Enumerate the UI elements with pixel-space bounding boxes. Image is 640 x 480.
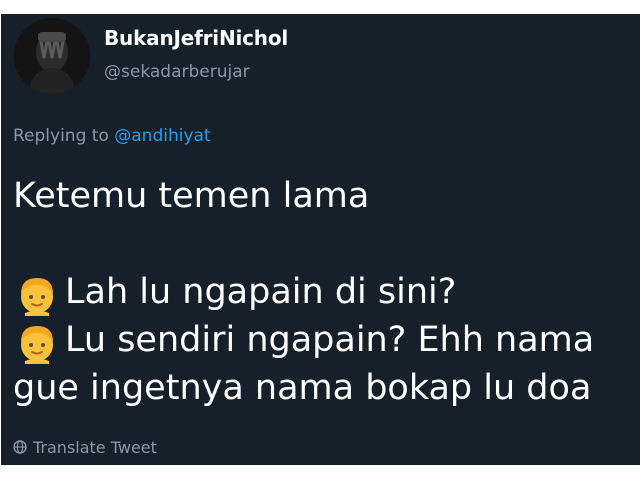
replying-to-label: Replying to <box>13 126 109 146</box>
tweet-text: Ketemu temen lama Lah lu ngapain di sini… <box>13 172 594 412</box>
tweet-card: BukanJefriNichol @sekadarberujar Replyin… <box>1 14 640 465</box>
reply-mention-link[interactable]: @andihiyat <box>114 126 210 146</box>
tweet-line-text: Lu sendiri ngapain? Ehh nama <box>65 320 595 360</box>
blond-person-emoji <box>21 326 53 364</box>
tweet-line: gue ingetnya nama bokap lu doa <box>13 368 592 408</box>
globe-icon <box>13 440 27 454</box>
tweet-line-text: Lah lu ngapain di sini? <box>65 272 457 312</box>
translate-tweet-link[interactable]: Translate Tweet <box>13 438 157 457</box>
translate-tweet-label[interactable]: Translate Tweet <box>33 438 157 457</box>
author-display-name[interactable]: BukanJefriNichol <box>104 26 288 50</box>
author-handle[interactable]: @sekadarberujar <box>104 62 250 82</box>
avatar-icon[interactable] <box>14 18 90 94</box>
tweet-line: Ketemu temen lama <box>13 176 370 216</box>
replying-to: Replying to @andihiyat <box>13 126 211 146</box>
tweet-line: Lu sendiri ngapain? Ehh nama <box>13 316 594 364</box>
blond-person-emoji <box>21 278 53 316</box>
tweet-line: Lah lu ngapain di sini? <box>13 268 594 316</box>
